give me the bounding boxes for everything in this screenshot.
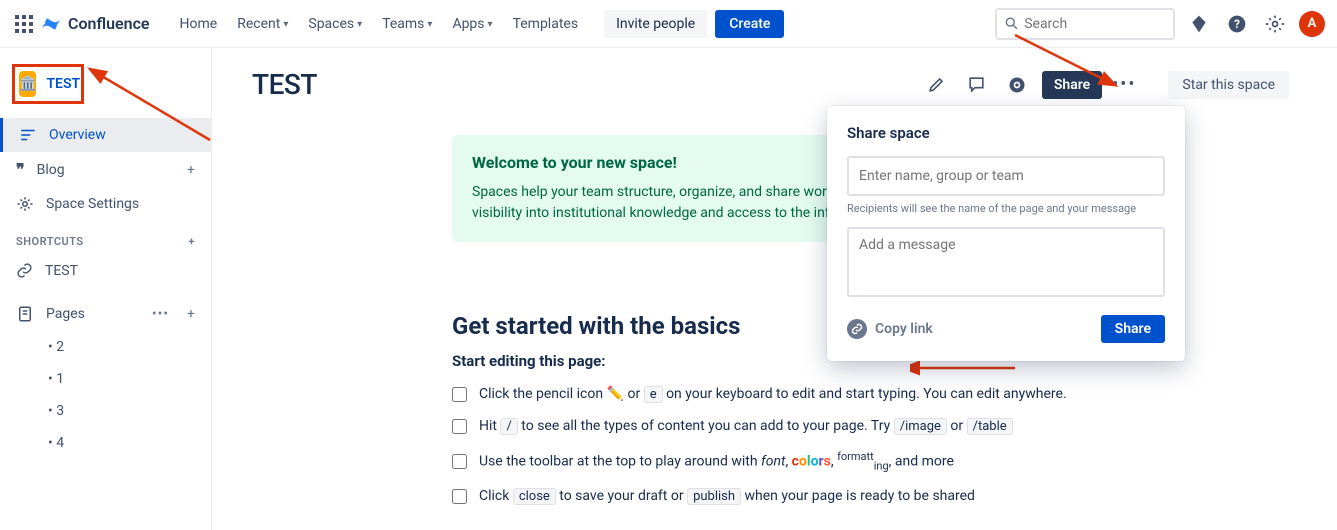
help-icon[interactable]: ? bbox=[1223, 10, 1251, 38]
page-tree-item[interactable]: • 4 bbox=[0, 427, 211, 459]
search-input[interactable] bbox=[1024, 16, 1165, 32]
settings-icon[interactable] bbox=[1261, 10, 1289, 38]
copy-link-button[interactable]: Copy link bbox=[847, 319, 933, 339]
page-tree-item[interactable]: • 3 bbox=[0, 395, 211, 427]
sidebar-item-label: Overview bbox=[49, 127, 106, 143]
checkbox[interactable] bbox=[452, 454, 467, 469]
brand-label: Confluence bbox=[68, 14, 150, 33]
share-popover: Share space Recipients will see the name… bbox=[827, 106, 1185, 361]
app-switcher-icon[interactable] bbox=[12, 12, 36, 36]
sidebar-item-label: Blog bbox=[37, 162, 65, 178]
notification-icon[interactable] bbox=[1185, 10, 1213, 38]
nav-templates[interactable]: Templates bbox=[505, 10, 587, 38]
page-title: TEST bbox=[252, 68, 317, 101]
confluence-logo[interactable]: Confluence bbox=[40, 13, 150, 35]
sidebar-item-label: TEST bbox=[45, 263, 78, 279]
top-nav-right: ? A bbox=[995, 8, 1325, 40]
sidebar-item-overview[interactable]: Overview bbox=[0, 118, 211, 152]
share-message-input[interactable] bbox=[847, 227, 1165, 297]
page-header: TEST Share ••• Star this space bbox=[252, 68, 1289, 101]
overview-icon bbox=[19, 126, 37, 144]
more-icon[interactable]: ••• bbox=[152, 306, 169, 322]
confluence-icon bbox=[40, 13, 62, 35]
nav-apps[interactable]: Apps▾ bbox=[444, 10, 500, 38]
popover-title: Share space bbox=[847, 124, 1165, 142]
avatar[interactable]: A bbox=[1299, 11, 1325, 37]
nav-home[interactable]: Home bbox=[172, 10, 226, 38]
popover-hint: Recipients will see the name of the page… bbox=[847, 202, 1165, 215]
checklist-item: Click the pencil icon ✏️ or e on your ke… bbox=[452, 386, 1289, 402]
watch-icon[interactable] bbox=[1002, 70, 1032, 100]
sidebar-item-settings[interactable]: Space Settings bbox=[0, 187, 211, 221]
comment-icon[interactable] bbox=[962, 70, 992, 100]
link-icon bbox=[16, 262, 33, 279]
link-icon bbox=[847, 319, 867, 339]
popover-share-button[interactable]: Share bbox=[1101, 315, 1165, 343]
more-actions-icon[interactable]: ••• bbox=[1112, 74, 1136, 95]
chevron-down-icon: ▾ bbox=[488, 19, 493, 30]
plus-icon[interactable]: + bbox=[187, 162, 195, 178]
page-actions: Share ••• Star this space bbox=[922, 70, 1289, 100]
svg-text:?: ? bbox=[1234, 17, 1240, 31]
space-name: TEST bbox=[46, 76, 80, 92]
plus-icon[interactable]: + bbox=[187, 306, 195, 322]
popover-footer: Copy link Share bbox=[847, 315, 1165, 343]
plus-icon[interactable]: + bbox=[188, 235, 195, 248]
share-button[interactable]: Share bbox=[1042, 71, 1102, 99]
sidebar-item-label: Pages bbox=[46, 306, 85, 322]
top-nav-left: Confluence Home Recent▾ Spaces▾ Teams▾ A… bbox=[12, 10, 991, 38]
create-button[interactable]: Create bbox=[715, 10, 784, 38]
sidebar-item-blog[interactable]: ❞ Blog + bbox=[0, 152, 211, 187]
chevron-down-icon: ▾ bbox=[283, 19, 288, 30]
main-area: 🏛️ TEST Overview ❞ Blog + Space Settings… bbox=[0, 48, 1337, 530]
sidebar-item-pages[interactable]: Pages ••• + bbox=[0, 297, 211, 331]
gear-icon bbox=[16, 195, 34, 213]
pages-icon bbox=[16, 305, 34, 323]
sidebar-section-shortcuts: SHORTCUTS + bbox=[0, 221, 211, 254]
page-tree-item[interactable]: • 2 bbox=[0, 331, 211, 363]
edit-icon[interactable] bbox=[922, 70, 952, 100]
top-nav: Confluence Home Recent▾ Spaces▾ Teams▾ A… bbox=[0, 0, 1337, 48]
star-space-button[interactable]: Star this space bbox=[1168, 71, 1289, 99]
space-logo-icon: 🏛️ bbox=[19, 71, 36, 97]
checklist-item: Click close to save your draft or publis… bbox=[452, 488, 1289, 504]
nav-teams[interactable]: Teams▾ bbox=[374, 10, 440, 38]
checklist-item: Use the toolbar at the top to play aroun… bbox=[452, 450, 1289, 472]
content-area: TEST Share ••• Star this space Welcome t… bbox=[212, 48, 1337, 530]
share-recipient-input[interactable] bbox=[847, 156, 1165, 196]
search-box[interactable] bbox=[995, 8, 1175, 40]
sidebar-shortcut-item[interactable]: TEST bbox=[0, 254, 211, 287]
nav-spaces[interactable]: Spaces▾ bbox=[300, 10, 370, 38]
nav-recent[interactable]: Recent▾ bbox=[229, 10, 296, 38]
sidebar: 🏛️ TEST Overview ❞ Blog + Space Settings… bbox=[0, 48, 212, 530]
page-tree-item[interactable]: • 1 bbox=[0, 363, 211, 395]
checkbox[interactable] bbox=[452, 419, 467, 434]
chevron-down-icon: ▾ bbox=[427, 19, 432, 30]
chevron-down-icon: ▾ bbox=[357, 19, 362, 30]
invite-people-button[interactable]: Invite people bbox=[604, 10, 707, 38]
space-header[interactable]: 🏛️ TEST bbox=[12, 64, 84, 104]
search-icon bbox=[1005, 16, 1018, 31]
sidebar-item-label: Space Settings bbox=[46, 196, 139, 212]
checkbox[interactable] bbox=[452, 387, 467, 402]
checklist-item: Hit / to see all the types of content yo… bbox=[452, 418, 1289, 434]
blog-icon: ❞ bbox=[16, 160, 25, 179]
checkbox[interactable] bbox=[452, 489, 467, 504]
